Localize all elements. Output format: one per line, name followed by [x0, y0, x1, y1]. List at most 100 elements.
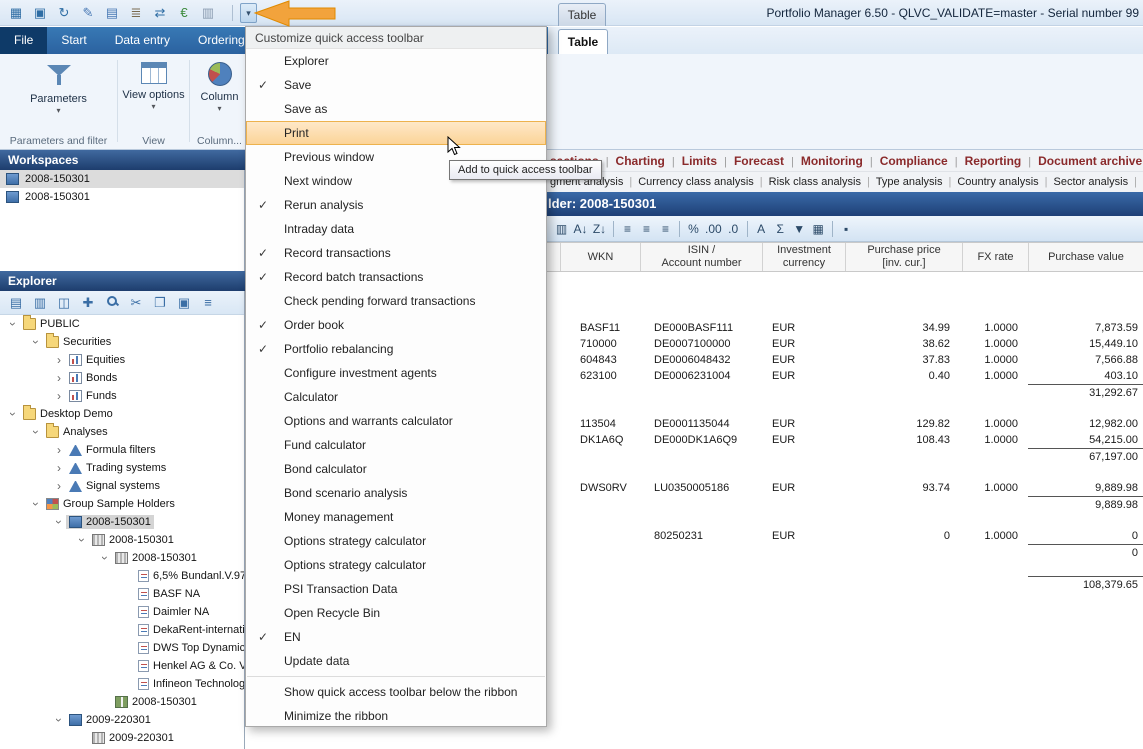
view-options-button[interactable]: View options ▾: [118, 59, 189, 131]
menu-item-bond-scenario-analysis[interactable]: Bond scenario analysis: [246, 481, 546, 505]
tree-item-basf-na[interactable]: BASF NA: [0, 585, 244, 603]
subtab-sector-analysis[interactable]: Sector analysis: [1054, 176, 1129, 188]
data-icon[interactable]: ▥: [196, 1, 220, 25]
menu-item-show-quick-access-toolbar-below-the-ribbon[interactable]: Show quick access toolbar below the ribb…: [246, 680, 546, 704]
cut-icon[interactable]: ✂: [124, 293, 148, 313]
menu-item-options-and-warrants-calculator[interactable]: Options and warrants calculator: [246, 409, 546, 433]
menu-item-record-transactions[interactable]: ✓Record transactions: [246, 241, 546, 265]
remove-decimal-icon[interactable]: .0: [724, 219, 743, 239]
new-item-icon[interactable]: ✚: [76, 293, 100, 313]
menu-item-save[interactable]: ✓Save: [246, 73, 546, 97]
tree-item-henkel-ag-co-v2[interactable]: Henkel AG & Co. V2...: [0, 657, 244, 675]
menu-item-record-batch-transactions[interactable]: ✓Record batch transactions: [246, 265, 546, 289]
ribbon-tab-start[interactable]: Start: [47, 27, 100, 54]
column-header-isin[interactable]: ISIN / Account number: [640, 243, 762, 271]
tab-reporting[interactable]: Reporting: [965, 154, 1022, 168]
chevron-collapsed-icon[interactable]: ›: [52, 461, 66, 475]
tree-item-funds[interactable]: ›Funds: [0, 387, 244, 405]
menu-item-intraday-data[interactable]: Intraday data: [246, 217, 546, 241]
tree-item-group-sample-holders[interactable]: ›Group Sample Holders: [0, 495, 244, 513]
menu-item-rerun-analysis[interactable]: ✓Rerun analysis: [246, 193, 546, 217]
chevron-collapsed-icon[interactable]: ›: [52, 443, 66, 457]
tab-document-archive[interactable]: Document archive: [1038, 154, 1142, 168]
list-view-icon[interactable]: ▥: [28, 293, 52, 313]
menu-item-options-strategy-calculator[interactable]: Options strategy calculator: [246, 553, 546, 577]
chevron-collapsed-icon[interactable]: ›: [52, 389, 66, 403]
percent-icon[interactable]: %: [684, 219, 703, 239]
tree-item-2009-220301[interactable]: 2009-220301: [0, 729, 244, 747]
subtab-country-analysis[interactable]: Country analysis: [957, 176, 1038, 188]
column-header-wkn[interactable]: WKN: [560, 243, 640, 271]
tab-table-background[interactable]: Table: [558, 3, 606, 26]
column-header-value[interactable]: Purchase value: [1028, 243, 1143, 271]
workspace-item-2008-150301[interactable]: 2008-150301: [0, 170, 244, 188]
tree-item-signal-systems[interactable]: ›Signal systems: [0, 477, 244, 495]
rebalancing-icon[interactable]: ⇄: [148, 1, 172, 25]
chevron-collapsed-icon[interactable]: ›: [52, 371, 66, 385]
chevron-expanded-icon[interactable]: ›: [98, 551, 112, 565]
menu-item-open-recycle-bin[interactable]: Open Recycle Bin: [246, 601, 546, 625]
tab-monitoring[interactable]: Monitoring: [801, 154, 863, 168]
format-columns-icon[interactable]: ▥: [552, 219, 571, 239]
column-header-currency[interactable]: Investment currency: [762, 243, 845, 271]
chevron-collapsed-icon[interactable]: ›: [52, 479, 66, 493]
tab-limits[interactable]: Limits: [682, 154, 717, 168]
tree-item-equities[interactable]: ›Equities: [0, 351, 244, 369]
tree-item-2008-150301[interactable]: ›2008-150301: [0, 513, 244, 531]
menu-item-portfolio-rebalancing[interactable]: ✓Portfolio rebalancing: [246, 337, 546, 361]
tab-forecast[interactable]: Forecast: [734, 154, 784, 168]
ribbon-tab-file[interactable]: File: [0, 27, 47, 54]
chevron-collapsed-icon[interactable]: ›: [52, 353, 66, 367]
batch-transactions-icon[interactable]: ▤: [100, 1, 124, 25]
tree-item-desktop-demo[interactable]: ›Desktop Demo: [0, 405, 244, 423]
parameters-button[interactable]: Parameters ▾: [0, 59, 117, 131]
chevron-expanded-icon[interactable]: ›: [75, 533, 89, 547]
language-icon[interactable]: €: [172, 1, 196, 25]
tree-item-dws-top-dynamic[interactable]: DWS Top Dynamic: [0, 639, 244, 657]
tree-item-6-5-bundanl-v-97[interactable]: 6,5% Bundanl.V.97...: [0, 567, 244, 585]
tree-item-securities[interactable]: ›Securities: [0, 333, 244, 351]
chevron-expanded-icon[interactable]: ›: [29, 335, 43, 349]
tree-item-trading-systems[interactable]: ›Trading systems: [0, 459, 244, 477]
sort-ascending-icon[interactable]: A↓: [571, 219, 590, 239]
menu-item-calculator[interactable]: Calculator: [246, 385, 546, 409]
columns-view-icon[interactable]: ◫: [52, 293, 76, 313]
tree-view-icon[interactable]: ▤: [4, 293, 28, 313]
copy-icon[interactable]: ❐: [148, 293, 172, 313]
sum-icon[interactable]: Σ: [771, 219, 790, 239]
menu-item-check-pending-forward-transactions[interactable]: Check pending forward transactions: [246, 289, 546, 313]
ribbon-tab-data-entry[interactable]: Data entry: [101, 27, 184, 54]
order-book-icon[interactable]: ≣: [124, 1, 148, 25]
tree-item-2008-150301[interactable]: 2008-150301: [0, 693, 244, 711]
sort-descending-icon[interactable]: Z↓: [590, 219, 609, 239]
save-icon[interactable]: ▣: [28, 1, 52, 25]
align-right-icon[interactable]: ≡: [656, 219, 675, 239]
tab-charting[interactable]: Charting: [616, 154, 665, 168]
menu-item-update-data[interactable]: Update data: [246, 649, 546, 673]
tree-item-public[interactable]: ›PUBLIC: [0, 315, 244, 333]
freeze-icon[interactable]: ▪: [837, 219, 856, 239]
tree-item-daimler-na[interactable]: Daimler NA: [0, 603, 244, 621]
menu-item-money-management[interactable]: Money management: [246, 505, 546, 529]
tree-item-2008-150301[interactable]: ›2008-150301: [0, 549, 244, 567]
menu-item-en[interactable]: ✓EN: [246, 625, 546, 649]
chevron-expanded-icon[interactable]: ›: [6, 407, 20, 421]
column-header-fx[interactable]: FX rate: [962, 243, 1028, 271]
tree-item-2008-150301[interactable]: ›2008-150301: [0, 531, 244, 549]
filter-icon[interactable]: ▼: [790, 219, 809, 239]
chevron-expanded-icon[interactable]: ›: [29, 497, 43, 511]
menu-item-configure-investment-agents[interactable]: Configure investment agents: [246, 361, 546, 385]
menu-item-bond-calculator[interactable]: Bond calculator: [246, 457, 546, 481]
tree-item-dekarent-internati[interactable]: DekaRent-internati...: [0, 621, 244, 639]
menu-item-save-as[interactable]: Save as: [246, 97, 546, 121]
chevron-expanded-icon[interactable]: ›: [52, 713, 66, 727]
app-icon[interactable]: ▦: [4, 1, 28, 25]
column-header-price[interactable]: Purchase price [inv. cur.]: [845, 243, 962, 271]
record-transactions-icon[interactable]: ✎: [76, 1, 100, 25]
tree-item-bonds[interactable]: ›Bonds: [0, 369, 244, 387]
paste-icon[interactable]: ▣: [172, 293, 196, 313]
tree-item-infineon-technolog[interactable]: Infineon Technolog...: [0, 675, 244, 693]
tree-item-analyses[interactable]: ›Analyses: [0, 423, 244, 441]
workspace-item-2008-150301[interactable]: 2008-150301: [0, 188, 244, 206]
menu-item-order-book[interactable]: ✓Order book: [246, 313, 546, 337]
